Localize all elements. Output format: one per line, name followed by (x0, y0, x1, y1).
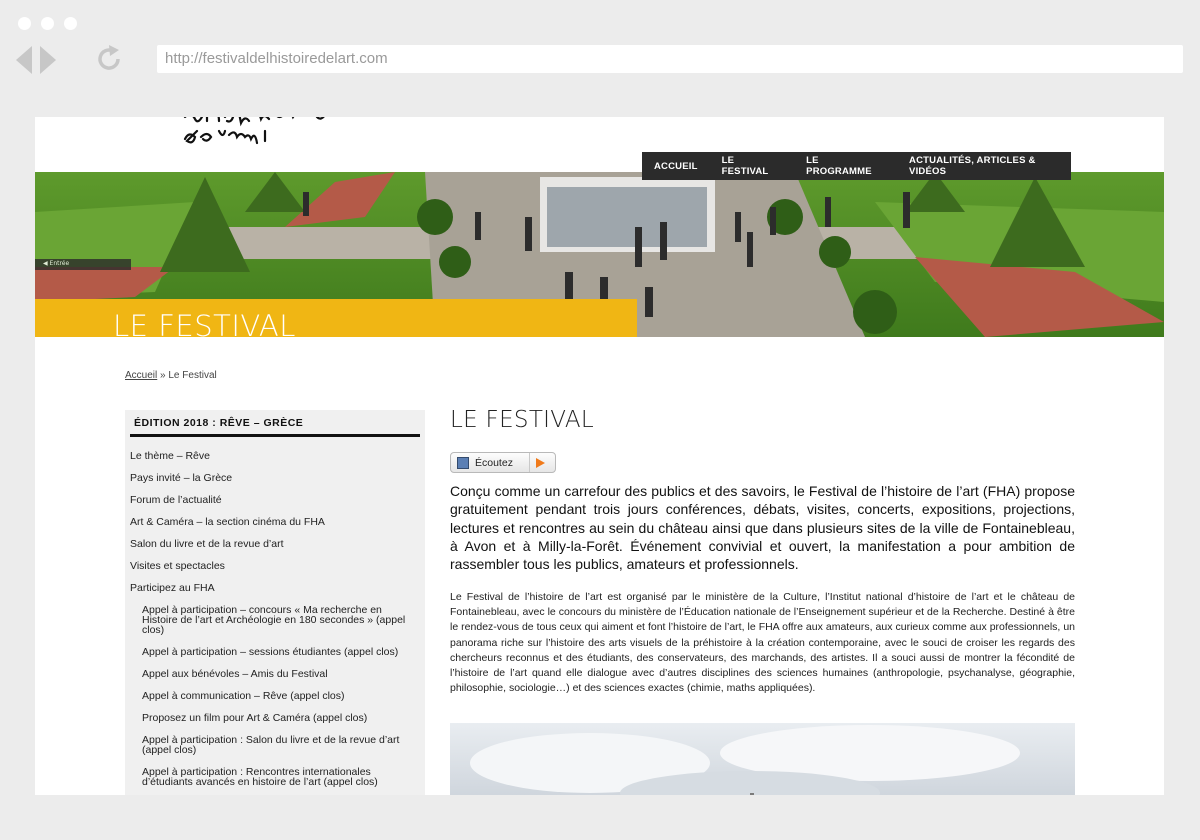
forward-arrow-icon[interactable] (40, 46, 56, 74)
back-arrow-icon[interactable] (16, 46, 32, 74)
lead-paragraph: Conçu comme un carrefour des publics et … (450, 483, 1075, 573)
hero-title-band: LE FESTIVAL (35, 299, 637, 337)
button-divider (529, 453, 530, 472)
window-dot-icon[interactable] (41, 17, 54, 30)
hero-banner: ◀ Entrée LE FESTIVAL (35, 172, 1164, 337)
site-logo[interactable] (181, 117, 331, 159)
speaker-icon (457, 456, 469, 469)
history-nav (16, 46, 56, 74)
sidebar-item-pays-invite[interactable]: Pays invité – la Grèce (125, 467, 425, 489)
reload-icon[interactable] (94, 44, 124, 74)
listen-button[interactable]: Écoutez (450, 452, 556, 473)
nav-accueil[interactable]: ACCUEIL (654, 161, 698, 172)
sidebar-subitem-sessions[interactable]: Appel à participation – sessions étudian… (125, 641, 425, 663)
sidebar-item-art-camera[interactable]: Art & Caméra – la section cinéma du FHA (125, 511, 425, 533)
sidebar-subitem-concours[interactable]: Appel à participation – concours « Ma re… (125, 599, 425, 641)
sidebar-subitem-benevoles[interactable]: Appel aux bénévoles – Amis du Festival (125, 663, 425, 685)
hero-caption-label: ◀ Entrée (43, 260, 70, 267)
logo-wordmark-icon (183, 117, 325, 145)
hero-title: LE FESTIVAL (113, 309, 296, 337)
hero-caption-tag[interactable]: ◀ Entrée (35, 259, 131, 270)
main-navigation: ACCUEIL LE FESTIVAL LE PROGRAMME ACTUALI… (642, 152, 1071, 180)
body-paragraph: Le Festival de l’histoire de l’art est o… (450, 591, 1075, 695)
address-bar[interactable]: http://festivaldelhistoiredelart.com (157, 45, 1183, 73)
sidebar-subitem-salon[interactable]: Appel à participation : Salon du livre e… (125, 729, 425, 761)
sky-photo (450, 723, 1075, 795)
festival-photo (450, 723, 1075, 795)
sidebar-subitem-communication[interactable]: Appel à communication – Rêve (appel clos… (125, 685, 425, 707)
sidebar-subitem-film[interactable]: Proposez un film pour Art & Caméra (appe… (125, 707, 425, 729)
nav-le-festival[interactable]: LE FESTIVAL (722, 155, 783, 177)
sidebar-title: ÉDITION 2018 : RÊVE – GRÈCE (130, 410, 420, 437)
nav-actualites[interactable]: ACTUALITÉS, ARTICLES & VIDÉOS (909, 155, 1071, 177)
listen-label: Écoutez (475, 456, 513, 469)
window-controls (18, 17, 77, 30)
sidebar-list: Le thème – Rêve Pays invité – la Grèce F… (125, 437, 425, 793)
sidebar-item-salon-livre[interactable]: Salon du livre et de la revue d’art (125, 533, 425, 555)
sidebar-item-participez[interactable]: Participez au FHA (125, 577, 425, 599)
window-dot-icon[interactable] (64, 17, 77, 30)
page-viewport: ACCUEIL LE FESTIVAL LE PROGRAMME ACTUALI… (35, 117, 1164, 795)
page-title: LE FESTIVAL (450, 407, 594, 433)
breadcrumb-home-link[interactable]: Accueil (125, 370, 157, 381)
nav-le-programme[interactable]: LE PROGRAMME (806, 155, 885, 177)
window-dot-icon[interactable] (18, 17, 31, 30)
breadcrumb: Accueil » Le Festival (125, 370, 217, 381)
sidebar-item-visites[interactable]: Visites et spectacles (125, 555, 425, 577)
sidebar-subitem-rencontres[interactable]: Appel à participation : Rencontres inter… (125, 761, 425, 793)
play-icon (536, 458, 545, 468)
sidebar-item-theme[interactable]: Le thème – Rêve (125, 445, 425, 467)
breadcrumb-separator: » (160, 370, 166, 381)
breadcrumb-current: Le Festival (168, 370, 217, 381)
sidebar-menu: ÉDITION 2018 : RÊVE – GRÈCE Le thème – R… (125, 410, 425, 795)
sidebar-item-forum[interactable]: Forum de l’actualité (125, 489, 425, 511)
